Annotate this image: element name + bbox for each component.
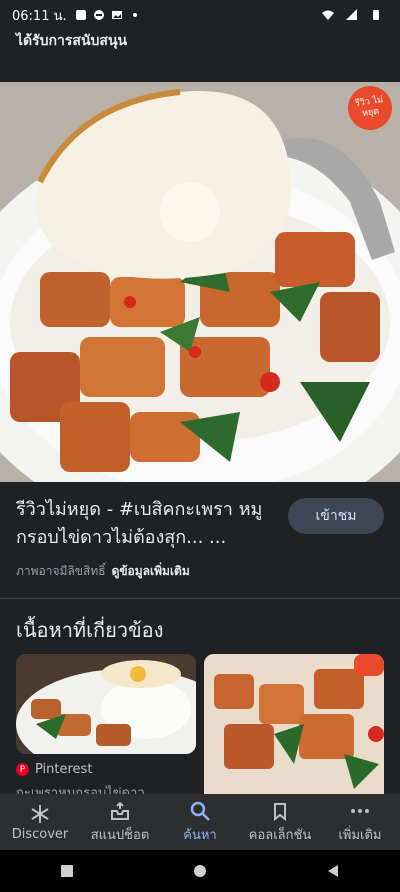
related-title: เนื้อหาที่เกี่ยวข้อง: [16, 618, 164, 642]
image-icon: [111, 11, 122, 19]
nav-snapshot[interactable]: สแนปช็อต: [80, 794, 160, 850]
back-icon[interactable]: [325, 863, 341, 879]
result-info: รีวิวไม่หยุด - #เบสิคกะเพรา หมูกรอบไข่ดา…: [0, 482, 400, 600]
related-source-label: Pinterest: [35, 762, 93, 777]
battery-icon: [373, 10, 379, 20]
copyright-note: ภาพอาจมีลิขสิทธิ์ ดูข้อมูลเพิ่มเติม: [16, 562, 190, 581]
hero-image[interactable]: รีวิว ไม่หยุด: [0, 82, 400, 482]
related-card-2[interactable]: [204, 654, 384, 794]
related-source[interactable]: P Pinterest: [16, 762, 92, 777]
nav-search[interactable]: ค้นหา: [160, 794, 240, 850]
dnd-icon: [93, 10, 104, 20]
inbox-icon: [111, 801, 129, 820]
nav-label: สแนปช็อต: [90, 827, 150, 843]
copyright-text: ภาพอาจมีลิขสิทธิ์: [16, 564, 106, 578]
notification-icon: [75, 10, 86, 20]
sponsored-header: ได้รับการสนับสนุน: [16, 33, 128, 49]
nav-more[interactable]: เพิ่มเติม: [320, 794, 400, 850]
divider: [0, 598, 400, 599]
nav-collections[interactable]: คอลเล็กชัน: [240, 794, 320, 850]
signal-icon: [346, 9, 357, 20]
result-title[interactable]: รีวิวไม่หยุด - #เบสิคกะเพรา หมูกรอบไข่ดา…: [16, 496, 276, 552]
recents-icon[interactable]: [59, 863, 75, 879]
system-nav-bar: [0, 850, 400, 892]
food-illustration: [0, 82, 400, 482]
nav-label: ค้นหา: [183, 827, 217, 843]
nav-label: เพิ่มเติม: [338, 827, 382, 843]
search-icon: [190, 801, 210, 821]
bottom-nav: Discover สแนปช็อต ค้นหา คอลเล็กชัน เพิ่ม…: [0, 794, 400, 850]
nav-label: คอลเล็กชัน: [248, 827, 312, 843]
pinterest-icon: P: [16, 763, 29, 776]
nav-label: Discover: [11, 826, 69, 842]
more-icon: [351, 808, 369, 813]
status-bar: 06:11 น.: [0, 0, 400, 30]
dot-icon: [132, 13, 137, 17]
visit-button[interactable]: เข้าชม: [288, 498, 384, 534]
status-time: 06:11 น.: [12, 8, 67, 24]
related-image-1: [16, 654, 196, 754]
related-card-1[interactable]: [16, 654, 196, 754]
bookmarks-icon: [274, 802, 286, 821]
related-image-2: [204, 654, 384, 794]
wifi-icon: [322, 10, 334, 20]
home-icon[interactable]: [192, 863, 208, 879]
asterisk-icon: [31, 804, 49, 823]
more-info-link[interactable]: ดูข้อมูลเพิ่มเติม: [112, 564, 190, 578]
nav-discover[interactable]: Discover: [0, 794, 80, 850]
